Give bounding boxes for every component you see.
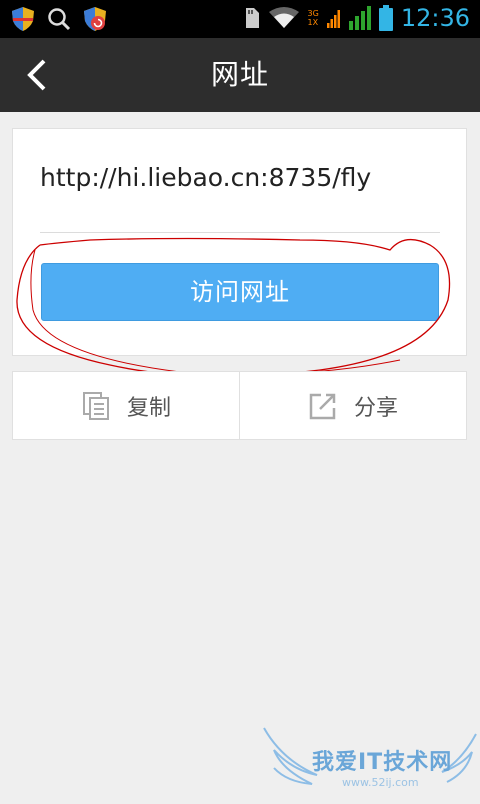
action-bar: 复制 分享 <box>12 371 467 440</box>
watermark-text: 我爱IT技术网 <box>312 750 453 775</box>
title-bar: 网址 <box>0 38 480 112</box>
mobile-network: 3G 1X <box>308 9 319 27</box>
network-type-bottom: 1X <box>307 18 319 27</box>
url-text[interactable]: http://hi.liebao.cn:8735/fly <box>40 163 371 192</box>
share-button[interactable]: 分享 <box>239 372 466 439</box>
visit-url-button[interactable]: 访问网址 <box>41 263 439 321</box>
shield-icon <box>12 7 34 31</box>
system-indicators: 3G 1X 12:36 <box>244 4 470 32</box>
sd-card-icon <box>245 8 259 28</box>
copy-icon <box>82 391 109 420</box>
notification-icons <box>10 6 108 32</box>
page-title: 网址 <box>210 58 269 91</box>
share-label: 分享 <box>353 395 398 421</box>
network-type-top: 3G <box>307 9 319 18</box>
signal-strength-icon <box>348 6 371 30</box>
battery-icon <box>378 5 393 31</box>
search-icon <box>48 8 71 31</box>
divider <box>40 232 440 233</box>
clock: 12:36 <box>400 4 470 32</box>
wifi-icon <box>268 7 299 28</box>
share-icon <box>309 393 336 419</box>
signal-bars-icon <box>326 10 340 28</box>
url-card: http://hi.liebao.cn:8735/fly 访问网址 <box>12 128 467 356</box>
watermark: 我爱IT技术网 www.52ij.com <box>262 720 480 800</box>
watermark-url: www.52ij.com <box>342 776 419 789</box>
status-bar: 3G 1X 12:36 <box>0 0 480 38</box>
security-update-icon <box>84 7 106 31</box>
copy-button[interactable]: 复制 <box>13 372 239 439</box>
copy-label: 复制 <box>126 395 171 421</box>
